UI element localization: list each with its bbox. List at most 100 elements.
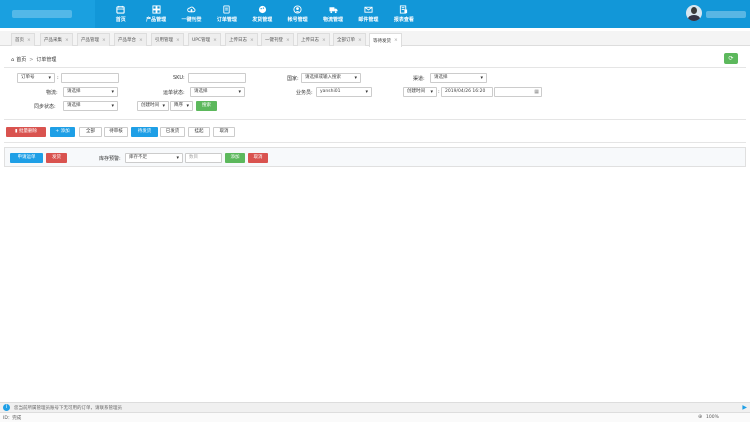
tab-reference-manage[interactable]: 引用管理 × (151, 33, 184, 46)
nav-item-accounts[interactable]: 帐号管理 (280, 0, 315, 28)
quantity-placeholder: 数目 (189, 155, 198, 160)
tab-product-manage[interactable]: 产品管理 × (77, 33, 110, 46)
order-number-input[interactable] (61, 73, 119, 83)
breadcrumb-home[interactable]: 首页 (16, 56, 26, 63)
account-select[interactable]: yanshi01 (316, 87, 372, 97)
status-tab-shipped[interactable]: 已发货 (160, 127, 185, 137)
report-icon (400, 5, 408, 14)
avatar (686, 5, 702, 21)
sort-field-select[interactable]: 创建时间 (137, 101, 169, 111)
tab-label: UPC管理 (192, 38, 211, 43)
nav-item-publish[interactable]: 一键刊登 (174, 0, 209, 28)
nav-label: 邮件管理 (358, 17, 379, 23)
time-type-select[interactable]: 创建时间 (403, 87, 437, 97)
tab-one-click-publish[interactable]: 一键刊登 × (261, 33, 294, 46)
bulk-delete-label: 批量删除 (18, 129, 37, 134)
select-value: 请选择 (194, 89, 208, 94)
refresh-icon: ⟳ (728, 55, 734, 62)
tab-label: 首页 (15, 38, 24, 43)
close-icon[interactable]: × (102, 38, 106, 43)
tab-product-draft[interactable]: 产品草合 × (114, 33, 147, 46)
panel-add-button[interactable]: 添加 (225, 153, 245, 163)
close-icon[interactable]: × (27, 38, 31, 43)
document-icon (223, 5, 231, 14)
tab-label: 引用管理 (155, 38, 173, 43)
channel-select[interactable]: 请选择 (430, 73, 487, 83)
tab-product-collect[interactable]: 产品采集 × (40, 33, 73, 46)
nav-label: 订单管理 (216, 17, 237, 23)
breadcrumb-bar: ⌂ 首页 > 订单管理 ⟳ (0, 52, 750, 66)
order-number-type-select[interactable]: 订单号 (17, 73, 55, 83)
zoom-level[interactable]: 100% (706, 415, 719, 420)
tab-upc-manage[interactable]: UPC管理 × (188, 33, 221, 46)
breadcrumb: ⌂ 首页 > 订单管理 (11, 56, 56, 64)
search-button[interactable]: 搜索 (196, 101, 217, 111)
sku-input[interactable] (188, 73, 246, 83)
stock-warning-select[interactable]: 库存不足 (125, 153, 183, 163)
close-icon[interactable]: × (322, 38, 326, 43)
tab-bar: 首页 × 产品采集 × 产品管理 × 产品草合 × 引用管理 × UPC管理 × 上传日志 ×… (0, 31, 750, 47)
country-select[interactable]: 请选择或输入搜索 (301, 73, 361, 83)
start-date-input[interactable]: 2019/04/26 16:20 (441, 87, 493, 97)
tab-all-orders[interactable]: 全部订单 × (333, 33, 366, 46)
close-icon[interactable]: × (394, 38, 398, 43)
status-tab-on-hold[interactable]: 挂起 (188, 127, 210, 137)
apply-waybill-button[interactable]: 申请运单 (10, 153, 43, 163)
colon-label: : (57, 75, 59, 81)
panel-cancel-button[interactable]: 取消 (248, 153, 268, 163)
logistics-select[interactable]: 请选择 (63, 87, 118, 97)
sync-status-label: 同步状态: (34, 104, 56, 110)
select-placeholder: 请选择或输入搜索 (305, 75, 341, 80)
add-button[interactable]: + 添加 (50, 127, 75, 137)
nav-item-shipping[interactable]: 发货管理 (245, 0, 280, 28)
logo[interactable] (0, 0, 95, 28)
breadcrumb-separator: > (29, 56, 34, 63)
plus-icon: + (55, 129, 60, 134)
tab-upload-log-2[interactable]: 上传日志 × (297, 33, 330, 46)
close-icon[interactable]: × (358, 38, 362, 43)
tab-awaiting-shipment[interactable]: 等待发货 × (369, 33, 402, 47)
status-tab-cancelled[interactable]: 取消 (213, 127, 235, 137)
quantity-input[interactable]: 数目 (185, 153, 222, 163)
sync-status-select[interactable]: 请选择 (63, 101, 118, 111)
calendar-icon (116, 5, 125, 14)
nav-item-logistics[interactable]: 物流管理 (315, 0, 350, 28)
refresh-button[interactable]: ⟳ (724, 53, 738, 64)
arrow-right-icon[interactable]: ▶ (742, 404, 747, 411)
ship-button[interactable]: 发货 (46, 153, 67, 163)
nav-item-reports[interactable]: 报表查看 (386, 0, 421, 28)
close-icon[interactable]: × (176, 38, 180, 43)
shipping-status-select[interactable]: 请选择 (190, 87, 245, 97)
select-value: 降序 (174, 103, 183, 108)
tab-upload-log[interactable]: 上传日志 × (225, 33, 258, 46)
status-tab-pending-review[interactable]: 待审核 (104, 127, 128, 137)
nav-item-mail[interactable]: 邮件管理 (351, 0, 386, 28)
select-value: 订单号 (21, 75, 35, 80)
close-icon[interactable]: × (139, 38, 143, 43)
calendar-icon[interactable]: ▦ (534, 88, 539, 96)
close-icon[interactable]: × (250, 38, 254, 43)
nav-label: 物流管理 (323, 17, 344, 23)
close-icon[interactable]: × (213, 38, 217, 43)
status-tab-all[interactable]: 全部 (79, 127, 102, 137)
nav-item-home[interactable]: 首页 (103, 0, 138, 28)
close-icon[interactable]: × (65, 38, 69, 43)
nav-item-orders[interactable]: 订单管理 (209, 0, 244, 28)
status-message: 您当前所属管理员账号下无可用的订单，请联系管理员 (14, 406, 122, 411)
nav-label: 产品管理 (146, 17, 167, 23)
info-icon: i (3, 404, 10, 411)
sort-order-select[interactable]: 降序 (170, 101, 193, 111)
nav-label: 首页 (115, 17, 126, 23)
select-value: 请选择 (67, 89, 81, 94)
close-icon[interactable]: × (286, 38, 290, 43)
date-value: 2019/04/26 16:20 (445, 89, 486, 94)
status-tab-awaiting-shipment[interactable]: 待发货 (131, 127, 158, 137)
bulk-delete-button[interactable]: ▮ 批量删除 (6, 127, 46, 137)
cloud-upload-icon (187, 6, 196, 13)
zoom-icon[interactable]: ⊕ (698, 414, 702, 420)
nav-item-products[interactable]: 产品管理 (138, 0, 173, 28)
tab-home[interactable]: 首页 × (11, 33, 35, 46)
grid-icon (152, 5, 161, 14)
end-date-input[interactable]: ▦ (494, 87, 542, 97)
user-menu[interactable] (686, 5, 702, 21)
